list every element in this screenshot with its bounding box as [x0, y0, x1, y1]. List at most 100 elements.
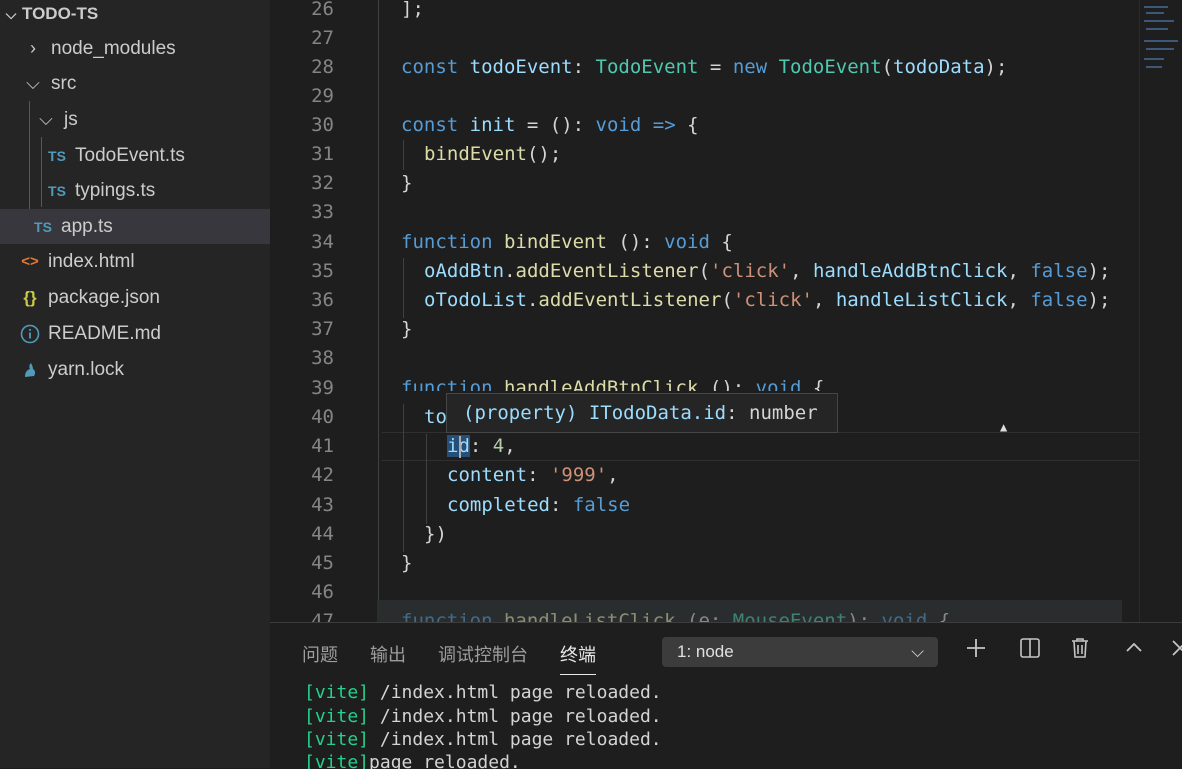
- terminal-select-value: 1: node: [677, 642, 734, 661]
- code-line-30[interactable]: const init = (): void => {: [401, 111, 699, 140]
- terminal-line: [vite]page reloaded.: [304, 752, 521, 769]
- code-line-41[interactable]: id: 4,: [447, 432, 516, 461]
- line-number: 33: [311, 201, 334, 223]
- line-number: 43: [311, 494, 334, 516]
- code-line-45[interactable]: }: [401, 549, 412, 578]
- minimap-line: [1146, 66, 1162, 68]
- code-line-36[interactable]: oTodoList.addEventListener('click', hand…: [424, 286, 1110, 315]
- json-file-icon: {}: [23, 287, 37, 307]
- mouse-pointer-icon: ▲: [1000, 420, 1008, 434]
- line-number: 28: [311, 56, 334, 78]
- tree-item-label: package.json: [48, 286, 160, 308]
- line-number: 32: [311, 172, 334, 194]
- tree-item-label: typings.ts: [75, 179, 156, 201]
- line-number: 30: [311, 114, 334, 136]
- code-line-43[interactable]: completed: false: [447, 491, 630, 520]
- line-number: 47: [311, 610, 334, 622]
- close-icon: [1170, 638, 1182, 664]
- line-number: 46: [311, 581, 334, 603]
- line-number: 29: [311, 85, 334, 107]
- line-number: 37: [311, 318, 334, 340]
- tab-output[interactable]: 输出: [370, 641, 406, 667]
- minimap-line: [1144, 6, 1168, 8]
- code-line-47[interactable]: function handleListClick (e: MouseEvent)…: [401, 607, 950, 622]
- chevron-down-icon: ⌵: [911, 642, 924, 661]
- tree-item-readme-md[interactable]: README.md: [0, 316, 270, 351]
- close-panel-button[interactable]: [1166, 637, 1182, 665]
- tree-item-package-json[interactable]: {} package.json: [0, 280, 270, 315]
- project-title: TODO-TS: [22, 4, 99, 23]
- line-number: 34: [311, 231, 334, 253]
- tab-terminal[interactable]: 终端: [560, 641, 596, 675]
- minimap-line: [1144, 58, 1164, 60]
- code-line-44[interactable]: }): [424, 520, 447, 549]
- tree-item-yarn-lock[interactable]: yarn.lock: [0, 352, 270, 387]
- code-line-42[interactable]: content: '999',: [447, 461, 619, 490]
- chevron-down-icon: ⌵: [26, 73, 40, 93]
- split-terminal-button[interactable]: [1016, 637, 1044, 665]
- line-number: 42: [311, 464, 334, 486]
- typescript-file-icon: TS: [34, 218, 52, 235]
- line-number: 31: [311, 143, 334, 165]
- tree-item-label: js: [64, 108, 78, 130]
- code-line-28[interactable]: const todoEvent: TodoEvent = new TodoEve…: [401, 53, 1007, 82]
- terminal-select[interactable]: 1: node ⌵: [662, 637, 938, 667]
- new-terminal-button[interactable]: [962, 637, 990, 665]
- minimap-line: [1144, 20, 1174, 22]
- chevron-right-icon: ›: [30, 38, 36, 58]
- tree-item-src[interactable]: ⌵ src: [0, 66, 270, 101]
- tree-item-label: yarn.lock: [48, 358, 125, 380]
- line-number: 44: [311, 523, 334, 545]
- code-line-26[interactable]: ];: [401, 0, 424, 24]
- code-line-34[interactable]: function bindEvent (): void {: [401, 228, 733, 257]
- code-editor[interactable]: 26 27 28 29 30 31 32 33 34 35 36 37 38 3…: [270, 0, 1182, 622]
- line-number: 36: [311, 289, 334, 311]
- tree-item-js[interactable]: ⌵ js: [0, 102, 270, 137]
- split-icon: [1019, 637, 1041, 665]
- typescript-file-icon: TS: [48, 182, 66, 199]
- tree-item-label: README.md: [48, 322, 161, 344]
- code-line-35[interactable]: oAddBtn.addEventListener('click', handle…: [424, 257, 1110, 286]
- tree-item-node-modules[interactable]: › node_modules: [0, 31, 270, 66]
- code-line-40[interactable]: to: [424, 403, 447, 432]
- code-line-32[interactable]: }: [401, 169, 412, 198]
- line-number: 40: [311, 406, 334, 428]
- tab-debug-console[interactable]: 调试控制台: [438, 641, 528, 667]
- minimap-line: [1146, 48, 1174, 50]
- code-line-37[interactable]: }: [401, 315, 412, 344]
- minimap[interactable]: [1139, 0, 1182, 622]
- tree-item-typings-ts[interactable]: TS typings.ts: [0, 173, 270, 208]
- terminal-line: [vite] /index.html page reloaded.: [304, 682, 662, 703]
- tree-item-index-html[interactable]: <> index.html: [0, 244, 270, 279]
- tree-item-app-ts[interactable]: TS app.ts: [0, 209, 270, 244]
- line-number: 35: [311, 260, 334, 282]
- indent-guide: [403, 258, 404, 318]
- project-header[interactable]: ⌵ TODO-TS: [0, 0, 270, 28]
- tab-problems[interactable]: 问题: [302, 641, 338, 667]
- tree-item-label: node_modules: [51, 37, 176, 59]
- line-number: 45: [311, 552, 334, 574]
- line-number: 41: [311, 435, 334, 457]
- line-number: 27: [311, 27, 334, 49]
- minimap-line: [1144, 40, 1178, 42]
- indent-guide: [403, 140, 404, 170]
- info-icon: [19, 323, 41, 345]
- line-number: 26: [311, 0, 334, 20]
- hover-tooltip: (property) ITodoData.id: number: [446, 393, 838, 433]
- chevron-down-icon: ⌵: [39, 109, 53, 129]
- typescript-file-icon: TS: [48, 147, 66, 164]
- code-line-31[interactable]: bindEvent();: [424, 140, 561, 169]
- terminal-line: [vite] /index.html page reloaded.: [304, 706, 662, 727]
- tree-item-label: index.html: [48, 250, 135, 272]
- text-cursor: [459, 436, 461, 458]
- tree-item-label: src: [51, 72, 77, 94]
- maximize-panel-button[interactable]: [1120, 637, 1148, 665]
- kill-terminal-button[interactable]: [1066, 637, 1094, 665]
- line-number: 39: [311, 377, 334, 399]
- minimap-line: [1146, 12, 1164, 14]
- html-file-icon: <>: [21, 253, 39, 270]
- tree-item-todoevent-ts[interactable]: TS TodoEvent.ts: [0, 138, 270, 173]
- chevron-up-icon: [1124, 638, 1144, 664]
- plus-icon: [965, 637, 987, 665]
- indent-guide: [378, 0, 379, 600]
